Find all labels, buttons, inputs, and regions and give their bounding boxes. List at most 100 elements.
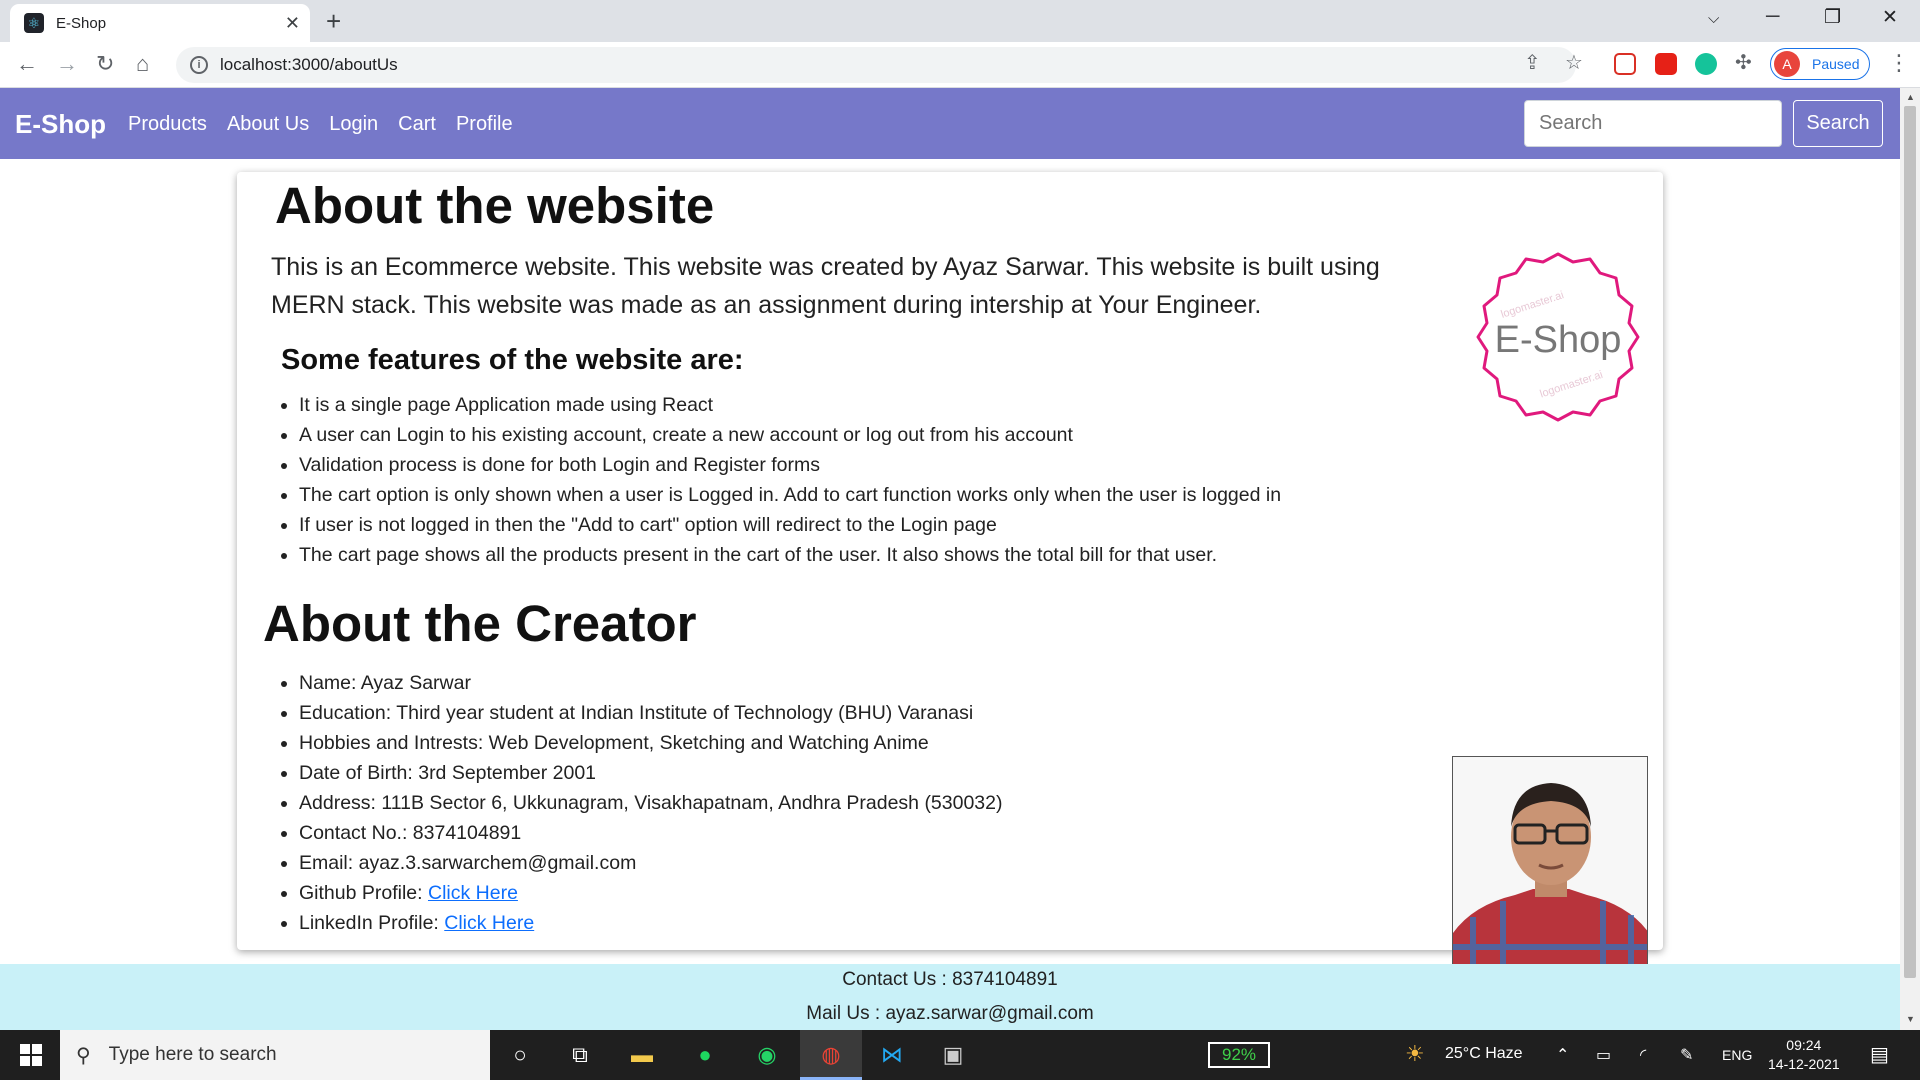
nav-link-about-us[interactable]: About Us	[227, 113, 309, 136]
tab-strip: ⚛ E-Shop ✕ + ⌵ ─ ❐ ✕	[0, 0, 1920, 42]
about-website-heading: About the website	[275, 177, 715, 234]
windows-taskbar: ⚲ Type here to search ○ ⧉ ▬ ● ◉ ◍ ⋈ ▣ 92…	[0, 1030, 1920, 1080]
footer-mail: Mail Us : ayaz.sarwar@gmail.com	[806, 1003, 1094, 1024]
search-input[interactable]	[1524, 100, 1782, 147]
spotify-icon[interactable]: ●	[690, 1040, 720, 1070]
avatar: A	[1774, 51, 1800, 77]
features-heading: Some features of the website are:	[281, 344, 744, 376]
linkedin-label: LinkedIn Profile:	[299, 912, 445, 934]
clock-time: 09:24	[1786, 1037, 1822, 1053]
back-icon[interactable]: ←	[16, 52, 38, 76]
site-footer: Contact Us : 8374104891 Mail Us : ayaz.s…	[0, 964, 1900, 1030]
creator-details-list: Name: Ayaz Sarwar Education: Third year …	[299, 668, 1003, 938]
list-item: Name: Ayaz Sarwar	[299, 668, 1003, 698]
task-view-icon[interactable]: ⧉	[565, 1040, 595, 1070]
list-item: The cart page shows all the products pre…	[299, 540, 1281, 570]
page-viewport: E-Shop Products About Us Login Cart Prof…	[0, 88, 1900, 1030]
share-icon[interactable]: ⇪	[1524, 50, 1541, 75]
url-text: localhost:3000/aboutUs	[220, 55, 398, 74]
taskbar-search-placeholder: Type here to search	[108, 1044, 277, 1065]
battery-indicator[interactable]: 92%	[1208, 1042, 1270, 1068]
youtube-extension-icon[interactable]	[1655, 53, 1677, 75]
list-item: A user can Login to his existing account…	[299, 420, 1281, 450]
weather-text[interactable]: 25°C Haze	[1445, 1045, 1523, 1063]
browser-toolbar: ← → ↻ ⌂ i localhost:3000/aboutUs ⇪ ☆ ✣ A…	[0, 42, 1920, 88]
bookmark-star-icon[interactable]: ☆	[1565, 50, 1583, 75]
about-card: About the website This is an Ecommerce w…	[237, 172, 1663, 980]
list-item: Validation process is done for both Logi…	[299, 450, 1281, 480]
chrome-icon[interactable]: ◍	[816, 1040, 846, 1070]
scroll-down-icon[interactable]: ▼	[1906, 1014, 1915, 1024]
logo-text: E-Shop	[1495, 319, 1622, 361]
list-item: Email: ayaz.3.sarwarchem@gmail.com	[299, 848, 1003, 878]
forward-icon[interactable]: →	[56, 52, 78, 76]
new-tab-icon[interactable]: +	[326, 8, 341, 34]
weather-icon[interactable]: ☀	[1405, 1041, 1425, 1067]
list-item: Hobbies and Intrests: Web Development, S…	[299, 728, 1003, 758]
list-item: The cart option is only shown when a use…	[299, 480, 1281, 510]
list-item: Address: 111B Sector 6, Ukkunagram, Visa…	[299, 788, 1003, 818]
react-favicon-icon: ⚛	[24, 13, 44, 33]
features-list: It is a single page Application made usi…	[299, 390, 1281, 570]
site-info-icon[interactable]: i	[190, 56, 208, 74]
terminal-icon[interactable]: ▣	[938, 1040, 968, 1070]
pocket-extension-icon[interactable]	[1614, 53, 1636, 75]
chrome-menu-icon[interactable]: ⋮	[1888, 50, 1910, 76]
page-scrollbar[interactable]: ▲ ▼	[1900, 88, 1920, 1030]
creator-photo	[1452, 756, 1648, 980]
pen-icon[interactable]: ✎	[1680, 1045, 1693, 1065]
tab-title: E-Shop	[56, 14, 107, 32]
whatsapp-icon[interactable]: ◉	[752, 1040, 782, 1070]
clock-date: 14-12-2021	[1768, 1056, 1840, 1072]
github-label: Github Profile:	[299, 882, 428, 904]
list-item: Contact No.: 8374104891	[299, 818, 1003, 848]
address-bar[interactable]: i localhost:3000/aboutUs	[176, 47, 1576, 83]
home-icon[interactable]: ⌂	[136, 52, 149, 76]
battery-tray-icon[interactable]: ▭	[1596, 1045, 1611, 1065]
restore-icon[interactable]: ❐	[1824, 6, 1841, 29]
browser-tab[interactable]: ⚛ E-Shop ✕	[10, 4, 310, 42]
system-clock[interactable]: 09:24 14-12-2021	[1768, 1036, 1840, 1074]
linkedin-item: LinkedIn Profile: Click Here	[299, 908, 1003, 938]
list-item: Education: Third year student at Indian …	[299, 698, 1003, 728]
search-button[interactable]: Search	[1793, 100, 1883, 147]
search-icon: ⚲	[76, 1044, 91, 1067]
language-indicator[interactable]: ENG	[1722, 1047, 1752, 1063]
eshop-logo: logomaster.ai E-Shop logomaster.ai	[1476, 252, 1640, 422]
extensions-puzzle-icon[interactable]: ✣	[1735, 50, 1752, 75]
scrollbar-thumb[interactable]	[1904, 106, 1916, 978]
github-item: Github Profile: Click Here	[299, 878, 1003, 908]
nav-link-products[interactable]: Products	[128, 113, 207, 136]
wifi-icon[interactable]: ◜	[1640, 1045, 1646, 1065]
logo-watermark-top: logomaster.ai	[1499, 289, 1565, 321]
github-link[interactable]: Click Here	[428, 882, 518, 904]
footer-contact: Contact Us : 8374104891	[842, 969, 1058, 990]
list-item: It is a single page Application made usi…	[299, 390, 1281, 420]
nav-link-login[interactable]: Login	[329, 113, 378, 136]
profile-status-label: Paused	[1812, 56, 1860, 72]
cortana-icon[interactable]: ○	[505, 1040, 535, 1070]
profile-button[interactable]: A Paused	[1770, 48, 1870, 80]
list-item: Date of Birth: 3rd September 2001	[299, 758, 1003, 788]
close-window-icon[interactable]: ✕	[1882, 6, 1898, 29]
close-tab-icon[interactable]: ✕	[285, 13, 300, 34]
about-website-paragraph: This is an Ecommerce website. This websi…	[271, 253, 1380, 319]
tab-search-icon[interactable]: ⌵	[1708, 10, 1719, 27]
grammarly-extension-icon[interactable]	[1695, 53, 1717, 75]
linkedin-link[interactable]: Click Here	[444, 912, 534, 934]
navbar-brand[interactable]: E-Shop	[15, 109, 106, 140]
list-item: If user is not logged in then the "Add t…	[299, 510, 1281, 540]
reload-icon[interactable]: ↻	[96, 52, 114, 76]
file-explorer-icon[interactable]: ▬	[627, 1040, 657, 1070]
windows-start-icon[interactable]	[20, 1044, 42, 1066]
nav-link-profile[interactable]: Profile	[456, 113, 513, 136]
nav-link-cart[interactable]: Cart	[398, 113, 436, 136]
show-hidden-icons-icon[interactable]: ⌃	[1556, 1045, 1569, 1065]
notifications-icon[interactable]: ▤	[1870, 1042, 1889, 1067]
taskbar-search-box[interactable]: ⚲ Type here to search	[60, 1030, 490, 1080]
site-navbar: E-Shop Products About Us Login Cart Prof…	[0, 88, 1900, 159]
vscode-icon[interactable]: ⋈	[877, 1040, 907, 1070]
scroll-up-icon[interactable]: ▲	[1906, 92, 1915, 102]
minimize-icon[interactable]: ─	[1766, 6, 1779, 28]
about-creator-heading: About the Creator	[263, 595, 697, 652]
